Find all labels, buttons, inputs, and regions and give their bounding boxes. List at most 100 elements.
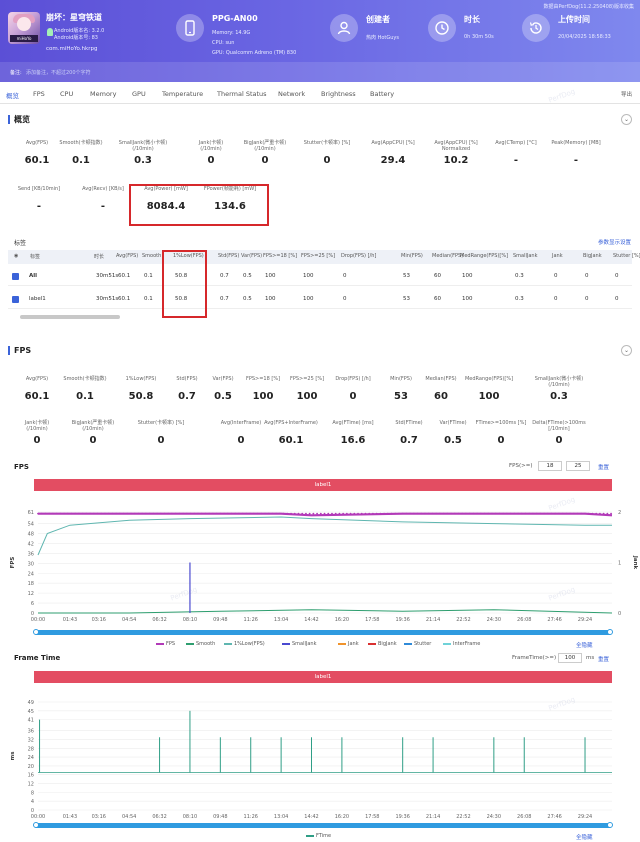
fps-point bbox=[424, 512, 426, 515]
ft-slider-end-handle[interactable] bbox=[607, 822, 613, 828]
metric-card: MedRange(FPS)[%] 100 bbox=[454, 376, 524, 402]
fps-point bbox=[438, 512, 441, 515]
x-tick-label: 06:32 bbox=[152, 814, 166, 820]
tab-temperature[interactable]: Temperature bbox=[162, 90, 203, 98]
fps-collapse-button[interactable]: ⌄ bbox=[621, 345, 632, 356]
legend-item[interactable]: InterFrame bbox=[443, 641, 480, 647]
metric-label: BigJank(严重卡顿) (/10min) bbox=[71, 420, 115, 432]
tab-cpu[interactable]: CPU bbox=[60, 90, 73, 98]
fps-point bbox=[375, 512, 378, 515]
ft-toggle-all[interactable]: 全隐藏 bbox=[576, 833, 593, 841]
param-settings-link[interactable]: 参数显示设置 bbox=[598, 238, 631, 246]
fps-threshold-input-2[interactable]: 25 bbox=[566, 461, 590, 471]
column-header[interactable]: 时长 bbox=[94, 253, 104, 260]
export-button[interactable]: 导出 bbox=[621, 90, 632, 98]
column-header[interactable]: SmallJank bbox=[513, 253, 538, 259]
overview-collapse-button[interactable]: ⌄ bbox=[621, 114, 632, 125]
fps-threshold-input-1[interactable]: 18 bbox=[538, 461, 562, 471]
remark-bar[interactable]: 备注: 添加备注，不超过200个字符 bbox=[0, 62, 640, 82]
tab-network[interactable]: Network bbox=[278, 90, 305, 98]
legend-item[interactable]: FTime bbox=[306, 833, 331, 839]
column-header[interactable]: Avg(FPS) bbox=[116, 253, 138, 259]
fps-point bbox=[78, 512, 80, 515]
table-scrollbar[interactable] bbox=[20, 315, 120, 319]
fps-point bbox=[63, 512, 65, 515]
fps-point bbox=[211, 512, 214, 515]
ft-chart: 0481216202428323641454900:00 01:43 03:16 04… bbox=[10, 700, 612, 820]
x-tick-label: 16:20 bbox=[335, 617, 349, 623]
tab-memory[interactable]: Memory bbox=[90, 90, 116, 98]
y2-tick-label: 0 bbox=[618, 611, 621, 617]
table-row[interactable]: All 30m51s 60.1 0.1 50.8 0.7 0.5 100 100 0 53 60 100… bbox=[8, 266, 632, 286]
column-header[interactable]: 标签 bbox=[30, 253, 40, 260]
column-header[interactable]: MedRange(FPS)[%] bbox=[460, 253, 508, 259]
y-tick-label: 36 bbox=[28, 551, 34, 557]
metric-card: BigJank(严重卡顿) (/10min) 0 bbox=[58, 420, 128, 446]
fps-point bbox=[167, 512, 170, 515]
device-memory: Memory: 14.9G bbox=[212, 30, 251, 36]
column-header[interactable]: Stutter [%] bbox=[613, 253, 640, 259]
app-logo: miHoYo bbox=[8, 12, 40, 44]
fps-point bbox=[89, 512, 91, 515]
tab-overview[interactable]: 概览 bbox=[6, 90, 19, 100]
eye-icon[interactable]: ◉ bbox=[14, 253, 18, 259]
table-cell: 0.3 bbox=[515, 296, 524, 302]
fps-point bbox=[193, 512, 196, 515]
ft-time-slider[interactable] bbox=[33, 822, 613, 828]
table-cell: All bbox=[29, 273, 38, 279]
table-row[interactable]: label1 30m51s 60.1 0.1 50.8 0.7 0.5 100 100 0 53 60… bbox=[8, 289, 632, 309]
column-header[interactable]: FPS>=18 [%] bbox=[263, 253, 297, 259]
ft-threshold-unit: ms bbox=[586, 655, 595, 661]
fps-point bbox=[610, 512, 612, 515]
fps-point bbox=[238, 512, 240, 515]
column-header[interactable]: Min(FPS) bbox=[401, 253, 423, 259]
remark-label: 备注: bbox=[10, 70, 22, 76]
column-header[interactable]: Drop(FPS) [/h] bbox=[341, 253, 376, 259]
column-header[interactable]: Std(FPS) bbox=[218, 253, 239, 259]
column-header[interactable]: Jank bbox=[552, 253, 563, 259]
fps-point bbox=[219, 512, 222, 515]
column-header[interactable]: Smooth bbox=[142, 253, 161, 259]
remark-input[interactable]: 添加备注，不超过200个字符 bbox=[26, 69, 91, 76]
legend-item[interactable]: FPS bbox=[156, 641, 175, 647]
ft-threshold-input[interactable]: 100 bbox=[558, 653, 582, 663]
table-cell: 0.5 bbox=[243, 296, 252, 302]
fps-point bbox=[145, 512, 147, 515]
legend-item[interactable]: Stutter bbox=[404, 641, 431, 647]
fps-point bbox=[92, 512, 95, 515]
table-cell: 30m51s bbox=[96, 296, 119, 302]
legend-item[interactable]: Jank bbox=[338, 641, 359, 647]
fps-point bbox=[66, 512, 69, 515]
fps-time-slider[interactable] bbox=[33, 629, 613, 635]
fps-point bbox=[163, 512, 166, 515]
column-header[interactable]: FPS>=25 [%] bbox=[301, 253, 335, 259]
fps-point bbox=[55, 512, 58, 515]
fps-reset-link[interactable]: 重置 bbox=[598, 463, 609, 471]
tab-brightness[interactable]: Brightness bbox=[321, 90, 356, 98]
legend-item[interactable]: Smooth bbox=[186, 641, 215, 647]
row-checkbox[interactable] bbox=[12, 296, 19, 303]
fps-slider-end-handle[interactable] bbox=[607, 629, 613, 635]
row-checkbox[interactable] bbox=[12, 273, 19, 280]
ft-reset-link[interactable]: 重置 bbox=[598, 655, 609, 663]
tab-fps[interactable]: FPS bbox=[33, 90, 45, 98]
fps-point bbox=[234, 512, 237, 515]
column-header[interactable]: BigJank bbox=[583, 253, 602, 259]
column-header[interactable]: Var(FPS) bbox=[241, 253, 262, 259]
column-header[interactable]: Median(FPS) bbox=[432, 253, 463, 259]
legend-item[interactable]: SmallJank bbox=[282, 641, 317, 647]
tab-thermal-status[interactable]: Thermal Status bbox=[217, 90, 267, 98]
ft-slider-start-handle[interactable] bbox=[33, 822, 39, 828]
fps-point bbox=[587, 512, 590, 515]
legend-item[interactable]: 1%Low(FPS) bbox=[224, 641, 265, 647]
fps-point bbox=[498, 512, 501, 515]
legend-item[interactable]: BigJank bbox=[368, 641, 397, 647]
metric-card: SmallJank(微小卡顿) (/10min) 0.3 bbox=[524, 376, 594, 402]
fps-toggle-all[interactable]: 全隐藏 bbox=[576, 641, 593, 649]
fps-point bbox=[130, 512, 132, 515]
fps-point bbox=[48, 512, 51, 515]
tab-battery[interactable]: Battery bbox=[370, 90, 394, 98]
table-cell: 0 bbox=[615, 296, 619, 302]
tab-gpu[interactable]: GPU bbox=[132, 90, 146, 98]
fps-slider-start-handle[interactable] bbox=[33, 629, 39, 635]
